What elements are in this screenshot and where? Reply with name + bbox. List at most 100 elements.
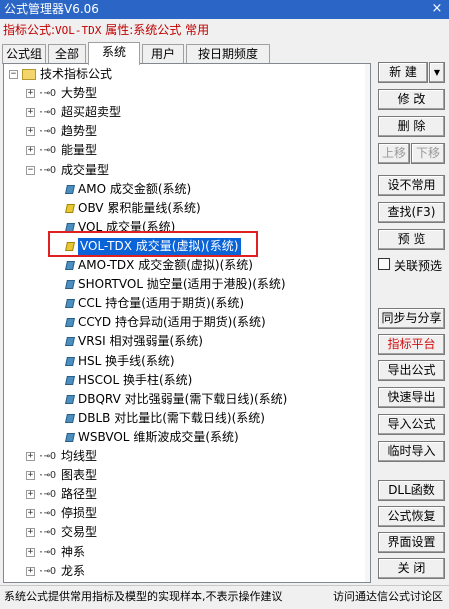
export-formula-button[interactable]: 导出公式 <box>378 360 445 381</box>
ui-settings-button[interactable]: 界面设置 <box>378 532 445 553</box>
tree-expander-before-2[interactable]: + <box>26 127 35 137</box>
tree-group-after-6[interactable]: 龙系 <box>61 563 85 580</box>
folder-icon <box>22 69 36 80</box>
formula-icon <box>65 432 75 442</box>
formula-manager-window: 公式管理器V6.06 × 指标公式:VOL-TDX 属性:系统公式 常用 公式组… <box>0 0 449 609</box>
group-connector-icon: ·⊸O <box>38 145 57 157</box>
tree-expander-before-0[interactable]: + <box>26 89 35 99</box>
formula-description: 累积能量线(系统) <box>107 200 201 215</box>
formula-code: SHORTVOL <box>78 277 144 292</box>
tree-group-after-3[interactable]: 停损型 <box>61 505 97 522</box>
new-dropdown-arrow-icon[interactable]: ▼ <box>429 62 445 83</box>
tree-formula-item[interactable]: OBV 累积能量线(系统) <box>78 200 201 217</box>
formula-icon <box>65 299 75 309</box>
linked-preview-checkbox[interactable] <box>378 258 390 270</box>
tree-expander-after-5[interactable]: + <box>26 547 35 557</box>
tree-group-before-3[interactable]: 能量型 <box>61 142 97 159</box>
tree-group-before-2[interactable]: 趋势型 <box>61 123 97 140</box>
formula-code: WSBVOL <box>78 429 130 444</box>
forum-link[interactable]: 访问通达信公式讨论区 <box>333 586 443 608</box>
tree-group-before-0[interactable]: 大势型 <box>61 85 97 102</box>
formula-icon <box>65 356 75 366</box>
tree-formula-item[interactable]: HSCOL 换手柱(系统) <box>78 372 192 389</box>
move-up-button[interactable]: 上移 <box>378 143 410 164</box>
formula-description: 成交金额(系统) <box>109 181 192 196</box>
tree-expander-before-3[interactable]: + <box>26 146 35 156</box>
move-down-button[interactable]: 下移 <box>411 143 445 164</box>
tree-expander-open[interactable]: − <box>26 165 35 175</box>
group-connector-icon: ·⊸O <box>38 546 57 558</box>
tree-root-label[interactable]: 技术指标公式 <box>40 66 112 83</box>
new-button[interactable]: 新 建 <box>378 62 428 83</box>
group-connector-icon: ·⊸O <box>38 508 57 520</box>
formula-code: CCYD <box>78 315 112 330</box>
status-message: 系统公式提供常用指标及模型的实现样本,不表示操作建议 <box>4 590 283 603</box>
formula-description: 对比量比(需下载日线)(系统) <box>114 410 265 425</box>
find-button[interactable]: 查找(F3) <box>378 202 445 223</box>
close-button[interactable]: 关 闭 <box>378 558 445 579</box>
tree-expander-root[interactable]: − <box>9 70 18 79</box>
tab-user[interactable]: 用户 <box>142 44 184 64</box>
tree-scroll-area[interactable] <box>365 64 370 582</box>
tree-group-after-1[interactable]: 图表型 <box>61 467 97 484</box>
tree-formula-item[interactable]: HSL 换手线(系统) <box>78 353 175 370</box>
tree-group-after-2[interactable]: 路径型 <box>61 486 97 503</box>
tree-expander-after-1[interactable]: + <box>26 471 35 481</box>
formula-icon <box>65 280 75 290</box>
formula-code: OBV <box>78 200 104 215</box>
tree-formula-item[interactable]: CCL 持仓量(适用于期货)(系统) <box>78 295 244 312</box>
group-connector-icon: ·⊸O <box>38 470 57 482</box>
group-connector-icon: ·⊸O <box>38 451 57 462</box>
tree-group-after-0[interactable]: 均线型 <box>61 448 97 465</box>
indicator-platform-button[interactable]: 指标平台 <box>378 334 445 355</box>
preview-button[interactable]: 预 览 <box>378 229 445 250</box>
formula-code: DBLB <box>78 410 111 425</box>
import-formula-button[interactable]: 导入公式 <box>378 414 445 435</box>
tree-expander-after-0[interactable]: + <box>26 452 35 461</box>
delete-button[interactable]: 删 除 <box>378 116 445 137</box>
tree-formula-item[interactable]: CCYD 持仓异动(适用于期货)(系统) <box>78 314 266 331</box>
formula-icon <box>65 375 75 385</box>
quick-export-button[interactable]: 快速导出 <box>378 387 445 408</box>
restore-formula-button[interactable]: 公式恢复 <box>378 506 445 527</box>
formula-code: HSCOL <box>78 372 120 387</box>
temp-import-button[interactable]: 临时导入 <box>378 441 445 462</box>
formula-code: CCL <box>78 296 102 311</box>
window-title: 公式管理器V6.06 <box>4 2 99 16</box>
formula-icon <box>65 413 75 423</box>
formula-tree[interactable]: − 技术指标公式 + ·⊸O 大势型 + ·⊸O 超买超卖型 + ·⊸O 趋势型 + ·⊸O 能量型 − ·⊸… <box>3 63 371 583</box>
tree-expander-after-2[interactable]: + <box>26 490 35 500</box>
set-uncommon-button[interactable]: 设不常用 <box>378 175 445 196</box>
tree-group-open[interactable]: 成交量型 <box>61 162 109 179</box>
tree-formula-item[interactable]: SHORTVOL 抛空量(适用于港股)(系统) <box>78 276 286 293</box>
tab-system[interactable]: 系统 <box>88 42 140 65</box>
tree-expander-after-6[interactable]: + <box>26 566 35 576</box>
formula-code: AMO <box>78 181 107 196</box>
group-connector-icon: ·⊸O <box>38 565 57 577</box>
tab-date-frequency[interactable]: 按日期频度 <box>186 44 270 64</box>
tree-group-after-5[interactable]: 神系 <box>61 544 85 561</box>
tree-expander-before-1[interactable]: + <box>26 108 35 118</box>
tree-formula-item[interactable]: WSBVOL 维斯波成交量(系统) <box>78 429 239 446</box>
formula-code: DBQRV <box>78 391 121 406</box>
tree-formula-item[interactable]: VRSI 相对强弱量(系统) <box>78 333 203 350</box>
tree-group-after-4[interactable]: 交易型 <box>61 524 97 541</box>
info-code: VOL-TDX <box>55 24 102 37</box>
formula-info-bar: 指标公式:VOL-TDX 属性:系统公式 常用 <box>0 21 449 40</box>
tab-formula-group[interactable]: 公式组 <box>2 44 46 64</box>
group-connector-icon: ·⊸O <box>38 88 57 100</box>
tree-formula-item[interactable]: AMO-TDX 成交金额(虚拟)(系统) <box>78 257 253 274</box>
formula-icon <box>65 337 75 347</box>
formula-description: 对比强弱量(需下载日线)(系统) <box>124 391 288 406</box>
dll-function-button[interactable]: DLL函数 <box>378 480 445 501</box>
tree-formula-item[interactable]: DBLB 对比量比(需下载日线)(系统) <box>78 410 265 427</box>
close-icon[interactable]: × <box>429 1 445 17</box>
tree-expander-after-4[interactable]: + <box>26 528 35 538</box>
tree-expander-after-3[interactable]: + <box>26 509 35 519</box>
modify-button[interactable]: 修 改 <box>378 89 445 110</box>
tree-group-before-1[interactable]: 超买超卖型 <box>61 104 121 121</box>
tree-formula-item[interactable]: DBQRV 对比强弱量(需下载日线)(系统) <box>78 391 287 408</box>
sync-share-button[interactable]: 同步与分享 <box>378 308 445 329</box>
tree-formula-item[interactable]: AMO 成交金额(系统) <box>78 181 191 198</box>
tab-all[interactable]: 全部 <box>48 44 86 64</box>
